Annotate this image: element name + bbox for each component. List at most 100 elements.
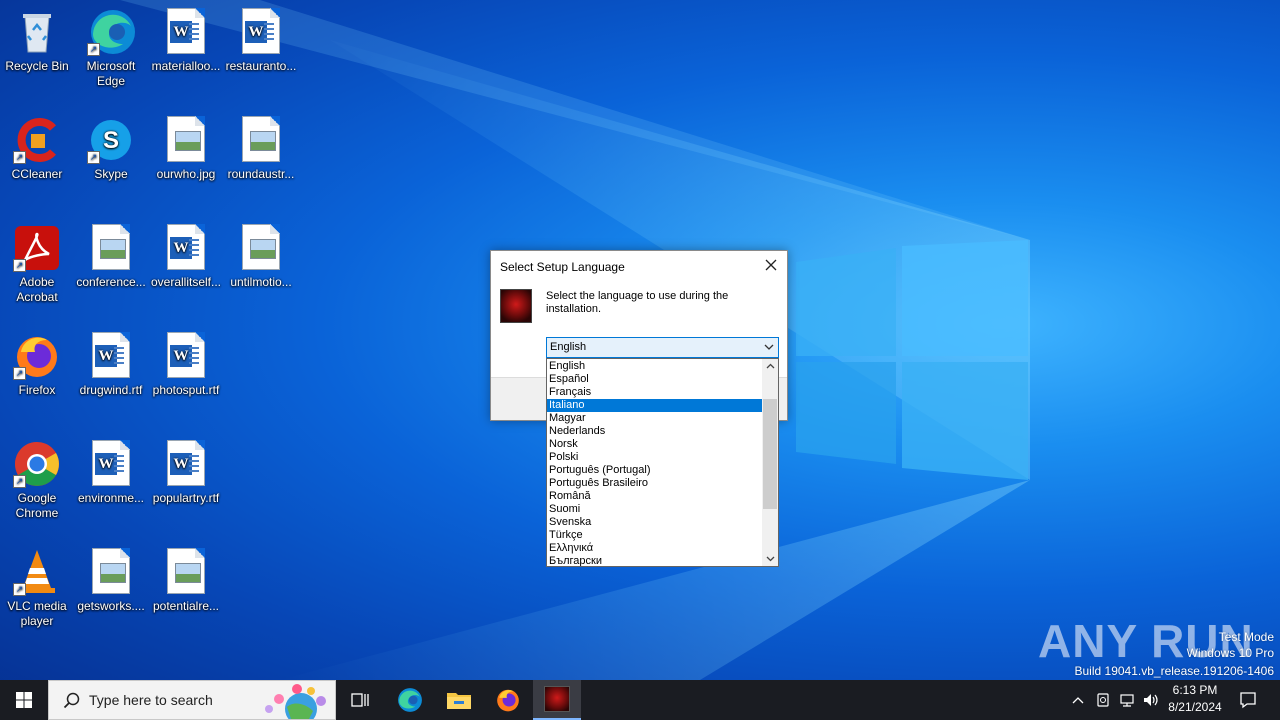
desktop-icon-recycle-bin[interactable]: Recycle Bin — [0, 8, 74, 74]
desktop-icon-google-chrome[interactable]: ↗ Google Chrome — [0, 440, 74, 521]
language-option[interactable]: Português (Portugal) — [547, 464, 762, 477]
start-button[interactable] — [0, 680, 48, 720]
volume-button[interactable] — [1140, 680, 1162, 720]
dropdown-scrollbar[interactable] — [762, 359, 778, 566]
icon-label: overallitself... — [150, 275, 222, 289]
shortcut-arrow-icon: ↗ — [87, 43, 100, 56]
icon-label: VLC media player — [7, 599, 67, 628]
word-document-icon: W — [162, 332, 210, 380]
action-center-button[interactable] — [1234, 680, 1262, 720]
folder-icon — [447, 693, 471, 709]
language-option[interactable]: Türkçe — [547, 529, 762, 542]
word-document-icon: W — [162, 8, 210, 56]
desktop-icon-ccleaner[interactable]: ↗ CCleaner — [0, 116, 74, 182]
icon-label: Adobe Acrobat — [16, 275, 58, 304]
language-option-highlighted[interactable]: Italiano — [547, 399, 762, 412]
word-document-icon: W — [87, 332, 135, 380]
language-select[interactable]: English — [546, 337, 779, 358]
shortcut-arrow-icon: ↗ — [13, 475, 26, 488]
desktop-icon-drugwind[interactable]: W drugwind.rtf — [74, 332, 148, 398]
desktop-icon-populartry[interactable]: W populartry.rtf — [149, 440, 223, 506]
language-dropdown-list[interactable]: English Español Français Italiano Magyar… — [546, 358, 779, 567]
language-option[interactable]: English — [547, 360, 762, 373]
taskbar-search-box[interactable]: Type here to search — [48, 680, 336, 720]
device-icon — [1097, 693, 1109, 707]
desktop-icon-restauranto[interactable]: W restauranto... — [224, 8, 298, 74]
shortcut-arrow-icon: ↗ — [13, 259, 26, 272]
language-option[interactable]: Magyar — [547, 412, 762, 425]
icon-label: ourwho.jpg — [156, 167, 216, 181]
icon-label: Google Chrome — [15, 491, 59, 520]
shortcut-arrow-icon: ↗ — [87, 151, 100, 164]
language-option[interactable]: Български — [547, 555, 762, 566]
language-option[interactable]: Português Brasileiro — [547, 477, 762, 490]
taskbar-edge-button[interactable] — [386, 680, 434, 720]
desktop-icon-conference[interactable]: conference... — [74, 224, 148, 290]
icon-label: getsworks.... — [77, 599, 145, 613]
desktop-icon-vlc[interactable]: ↗ VLC media player — [0, 548, 74, 629]
desktop-icon-potentialre[interactable]: potentialre... — [149, 548, 223, 614]
icon-label: conference... — [76, 275, 146, 289]
image-file-icon — [237, 116, 285, 164]
shortcut-arrow-icon: ↗ — [13, 583, 26, 596]
build-text: Build 19041.vb_release.191206-1406 — [1074, 664, 1275, 678]
language-option[interactable]: Español — [547, 373, 762, 386]
scroll-up-icon[interactable] — [762, 359, 778, 374]
desktop-icon-firefox[interactable]: ↗ Firefox — [0, 332, 74, 398]
icon-label: photosput.rtf — [152, 383, 220, 397]
icon-label: untilmotio... — [230, 275, 292, 289]
clock-date: 8/21/2024 — [1168, 700, 1222, 714]
image-file-icon — [87, 224, 135, 272]
edge-icon: ↗ — [87, 8, 135, 56]
icon-label: drugwind.rtf — [79, 383, 143, 397]
language-option[interactable]: Norsk — [547, 438, 762, 451]
edge-icon — [398, 688, 422, 712]
language-option[interactable]: Suomi — [547, 503, 762, 516]
task-view-button[interactable] — [336, 680, 384, 720]
chrome-icon: ↗ — [13, 440, 61, 488]
language-option[interactable]: Français — [547, 386, 762, 399]
clock-time: 6:13 PM — [1172, 683, 1218, 697]
taskbar-setup-app-button[interactable] — [533, 680, 581, 720]
icon-label: CCleaner — [11, 167, 63, 181]
desktop-icon-ourwho[interactable]: ourwho.jpg — [149, 116, 223, 182]
svg-text:S: S — [103, 127, 119, 154]
taskbar-file-explorer-button[interactable] — [435, 680, 483, 720]
network-icon — [1120, 694, 1134, 707]
image-file-icon — [237, 224, 285, 272]
desktop-icon-microsoft-edge[interactable]: ↗ Microsoft Edge — [74, 8, 148, 89]
taskbar-clock[interactable]: 6:13 PM 8/21/2024 — [1160, 682, 1230, 716]
desktop-icon-getsworks[interactable]: getsworks.... — [74, 548, 148, 614]
language-select-value: English — [550, 341, 587, 353]
scrollbar-thumb[interactable] — [763, 399, 777, 509]
icon-label: materialloo... — [151, 59, 221, 73]
image-file-icon — [162, 116, 210, 164]
desktop-icon-roundaustr[interactable]: roundaustr... — [224, 116, 298, 182]
show-hidden-icons-button[interactable] — [1068, 680, 1088, 720]
search-placeholder: Type here to search — [89, 692, 213, 708]
desktop-icon-materialloo[interactable]: W materialloo... — [149, 8, 223, 74]
scroll-down-icon[interactable] — [762, 551, 778, 566]
icon-label: Microsoft Edge — [86, 59, 136, 88]
taskbar-firefox-button[interactable] — [484, 680, 532, 720]
skype-icon: S ↗ — [87, 116, 135, 164]
network-button[interactable] — [1116, 680, 1138, 720]
image-file-icon — [162, 548, 210, 596]
taskbar: Type here to search 6:13 PM 8/21/2024 — [0, 680, 1280, 720]
desktop-icon-photosput[interactable]: W photosput.rtf — [149, 332, 223, 398]
desktop-icon-untilmotio[interactable]: untilmotio... — [224, 224, 298, 290]
shortcut-arrow-icon: ↗ — [13, 367, 26, 380]
desktop-icon-adobe-acrobat[interactable]: ↗ Adobe Acrobat — [0, 224, 74, 305]
close-button[interactable] — [761, 256, 781, 276]
desktop-icon-skype[interactable]: S ↗ Skype — [74, 116, 148, 182]
desktop-icon-environme[interactable]: W environme... — [74, 440, 148, 506]
desktop-icon-overallitself[interactable]: W overallitself... — [149, 224, 223, 290]
language-option[interactable]: Română — [547, 490, 762, 503]
tray-device-button[interactable] — [1092, 680, 1114, 720]
icon-label: Recycle Bin — [5, 59, 69, 73]
word-document-icon: W — [237, 8, 285, 56]
language-option[interactable]: Nederlands — [547, 425, 762, 438]
language-option[interactable]: Svenska — [547, 516, 762, 529]
language-option[interactable]: Ελληνικά — [547, 542, 762, 555]
language-option[interactable]: Polski — [547, 451, 762, 464]
